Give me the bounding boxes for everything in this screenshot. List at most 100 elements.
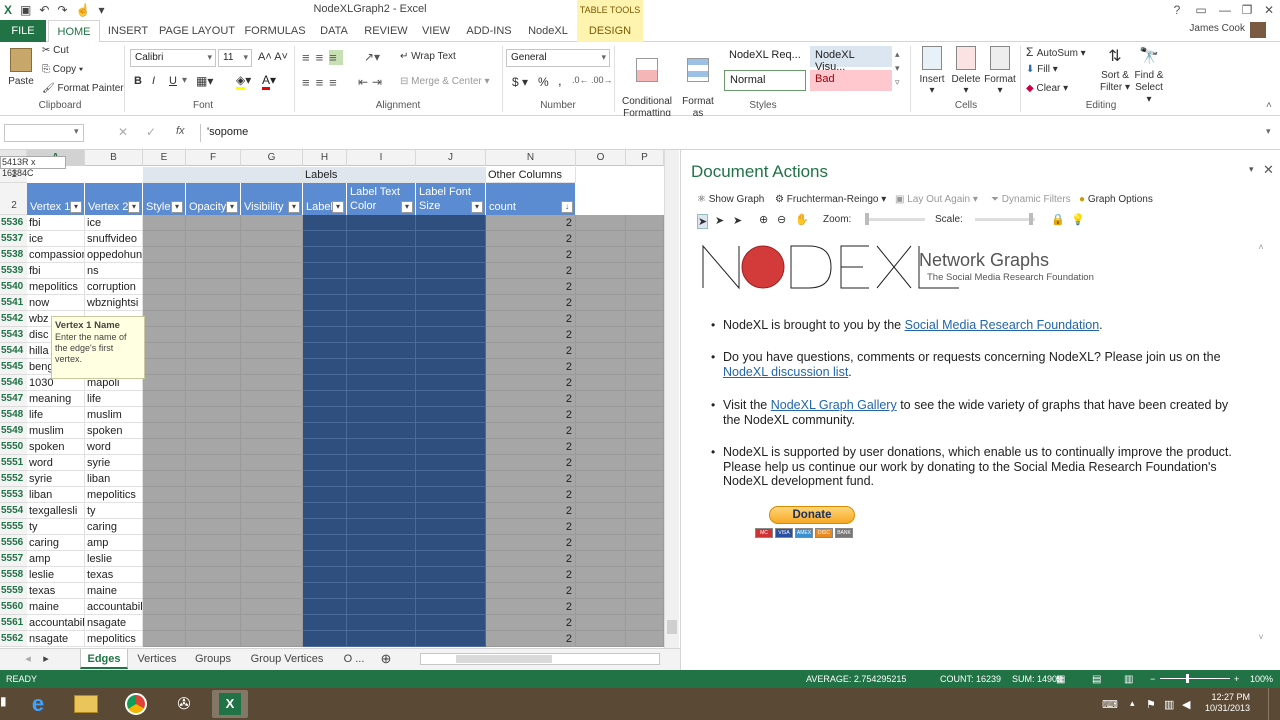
tab-view[interactable]: VIEW (416, 20, 456, 42)
italic-button[interactable]: I (152, 75, 155, 87)
name-box[interactable] (4, 124, 84, 142)
pane-scrollbar[interactable]: ˄ ˅ (1255, 242, 1267, 642)
zoom-in-icon[interactable]: + (1234, 674, 1239, 684)
cell-o[interactable] (576, 391, 626, 407)
cell-count[interactable]: 2 (486, 471, 576, 487)
cell-p[interactable] (626, 471, 664, 487)
header-label-text-color[interactable]: Label Text Color ▾ (347, 183, 416, 215)
cell-count[interactable]: 2 (486, 407, 576, 423)
cell-vertex-1[interactable]: syrie (27, 471, 85, 487)
cell-o[interactable] (576, 487, 626, 503)
cell-f[interactable] (186, 231, 241, 247)
cell-f[interactable] (186, 439, 241, 455)
tab-home[interactable]: HOME (48, 20, 100, 43)
cell-count[interactable]: 2 (486, 535, 576, 551)
cell-o[interactable] (576, 455, 626, 471)
cell-p[interactable] (626, 423, 664, 439)
cell-o[interactable] (576, 247, 626, 263)
cell-o[interactable] (576, 631, 626, 647)
row-header[interactable]: 5537 (0, 231, 27, 247)
cell-e[interactable] (143, 247, 186, 263)
lock-icon[interactable]: 🔒 (1051, 213, 1065, 226)
cell-o[interactable] (576, 615, 626, 631)
cell-g[interactable] (241, 631, 303, 647)
cell-i[interactable] (347, 247, 416, 263)
font-name-select[interactable]: Calibri (130, 49, 216, 67)
cell-vertex-2[interactable]: ns (85, 263, 143, 279)
cell-h[interactable] (303, 455, 347, 471)
cell-g[interactable] (241, 231, 303, 247)
cell-e[interactable] (143, 487, 186, 503)
cell-p[interactable] (626, 439, 664, 455)
underline-dropdown-icon[interactable]: ▾ (182, 75, 187, 86)
cell-g[interactable] (241, 455, 303, 471)
cell-o[interactable] (576, 343, 626, 359)
name-box-dropdown-icon[interactable]: ▾ (74, 126, 79, 137)
cell-j[interactable] (416, 247, 486, 263)
cell-h[interactable] (303, 391, 347, 407)
decimal-icons[interactable]: .0← .00→ (572, 75, 613, 85)
cell-i[interactable] (347, 231, 416, 247)
file-explorer-icon[interactable] (68, 690, 104, 718)
cell-p[interactable] (626, 519, 664, 535)
cell-j[interactable] (416, 295, 486, 311)
cell-count[interactable]: 2 (486, 551, 576, 567)
row-header[interactable]: 2 (0, 183, 27, 215)
cell-count[interactable]: 2 (486, 599, 576, 615)
column-header-n[interactable]: N (486, 150, 576, 166)
cell-e[interactable] (143, 583, 186, 599)
cell-vertex-2[interactable]: snuffvideo (85, 231, 143, 247)
wrap-text-button[interactable]: ↵ Wrap Text (400, 51, 456, 62)
sort-filter-button[interactable]: ⇅ Sort & Filter ▾ (1098, 46, 1132, 94)
cell-count[interactable]: 2 (486, 343, 576, 359)
indent-icons[interactable]: ⇤⇥ (358, 75, 386, 89)
cell-j[interactable] (416, 471, 486, 487)
zoom-in-graph-icon[interactable]: ⊕ (759, 213, 768, 226)
cell-i[interactable] (347, 391, 416, 407)
cell-p[interactable] (626, 327, 664, 343)
cell-p[interactable] (626, 391, 664, 407)
tab-page-layout[interactable]: PAGE LAYOUT (156, 20, 238, 42)
row-header[interactable]: 5554 (0, 503, 27, 519)
header-vertex-1[interactable]: Vertex 1 ▾ (27, 183, 85, 215)
filter-dropdown-icon[interactable]: ▾ (128, 201, 140, 213)
cell-vertex-2[interactable]: ice (85, 215, 143, 231)
minimize-icon[interactable]: — (1214, 0, 1236, 20)
cell-vertex-1[interactable]: meaning (27, 391, 85, 407)
filter-dropdown-icon[interactable]: ▾ (471, 201, 483, 213)
vertical-scrollbar[interactable] (664, 150, 679, 648)
horizontal-align-icons[interactable]: ≡≡≡ (302, 75, 343, 90)
cell-o[interactable] (576, 327, 626, 343)
row-header[interactable]: 5560 (0, 599, 27, 615)
cell-e[interactable] (143, 551, 186, 567)
normal-view-icon[interactable]: ▦ (1056, 674, 1065, 685)
fill-button[interactable]: ⬇ Fill ▾ (1026, 64, 1058, 75)
cell-vertex-1[interactable]: now (27, 295, 85, 311)
cell-o[interactable] (576, 279, 626, 295)
cell-f[interactable] (186, 359, 241, 375)
lay-out-again-button[interactable]: ▣ Lay Out Again ▾ (895, 194, 978, 205)
header-label[interactable]: Label ▾ (303, 183, 347, 215)
zoom-slider[interactable] (1160, 678, 1230, 679)
cell-g[interactable] (241, 519, 303, 535)
cell-p[interactable] (626, 343, 664, 359)
cell-count[interactable]: 2 (486, 615, 576, 631)
cell-f[interactable] (186, 567, 241, 583)
cell-f[interactable] (186, 247, 241, 263)
cell-h[interactable] (303, 263, 347, 279)
cell-p[interactable] (626, 215, 664, 231)
row-header[interactable]: 5536 (0, 215, 27, 231)
row-header[interactable]: 5558 (0, 567, 27, 583)
style-nodexl-required[interactable]: NodeXL Req... (724, 46, 806, 67)
cell-j[interactable] (416, 263, 486, 279)
cell-h[interactable] (303, 551, 347, 567)
vertical-align-icons[interactable]: ≡≡≡ (302, 50, 343, 65)
header-visibility[interactable]: Visibility ▾ (241, 183, 303, 215)
cell-vertex-2[interactable]: word (85, 439, 143, 455)
column-header-g[interactable]: G (241, 150, 303, 166)
start-icon[interactable]: ▮ (0, 694, 14, 714)
cell-h[interactable] (303, 375, 347, 391)
sheet-tab-edges[interactable]: Edges (80, 649, 128, 669)
row-header[interactable]: 5538 (0, 247, 27, 263)
cell-i[interactable] (347, 583, 416, 599)
